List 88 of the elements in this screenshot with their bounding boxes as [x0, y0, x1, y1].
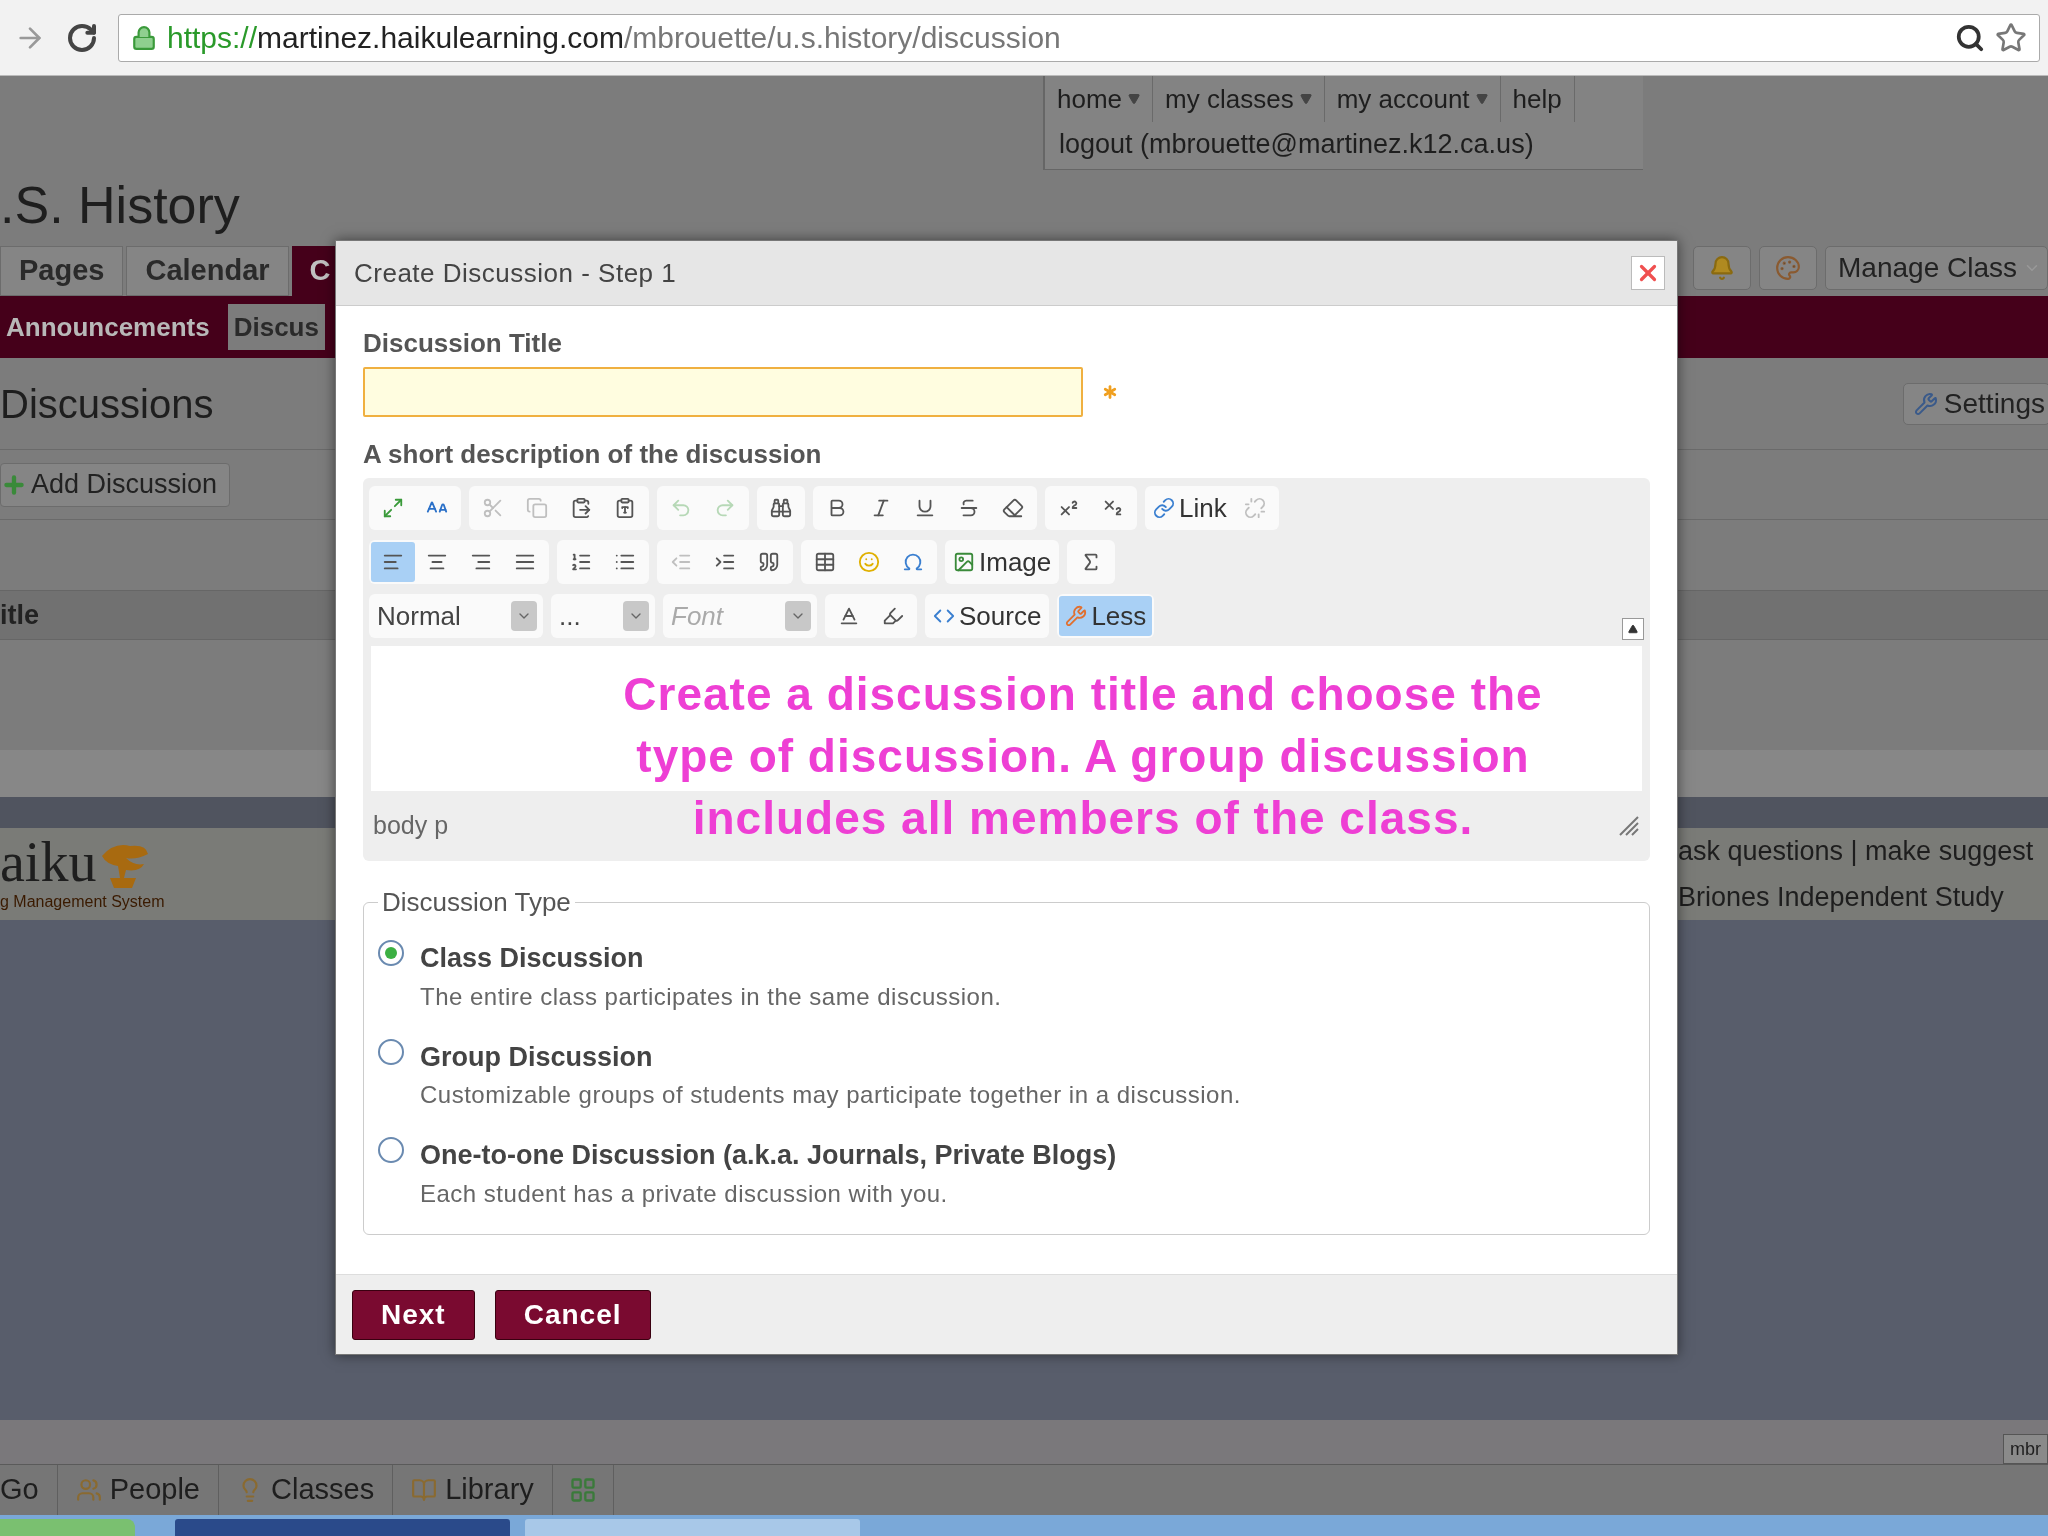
- image-button[interactable]: Image: [947, 542, 1058, 582]
- paste-icon: [570, 497, 592, 519]
- option-description: Each student has a private discussion with you.: [420, 1178, 949, 1209]
- underline-icon: [914, 497, 936, 519]
- resize-grip-icon: [1618, 815, 1640, 837]
- numbered-list-icon: [570, 551, 592, 573]
- wrench-button[interactable]: Less: [1059, 596, 1153, 636]
- element-path: body p: [373, 810, 449, 842]
- option-title: Group Discussion: [420, 1040, 654, 1074]
- annotation-text: Create a discussion title and choose the type of discussion. A group discussion includes all members of the class.: [622, 667, 1544, 846]
- nav-tab[interactable]: Pages: [0, 246, 124, 296]
- site-title: .S. History: [0, 175, 240, 236]
- collapse-toolbar-button[interactable]: [1622, 618, 1644, 640]
- section-tab[interactable]: Announcements: [0, 304, 216, 350]
- url-text: https://martinez.haikulearning.com/mbrouette/u.s.history/discussion: [167, 20, 1062, 56]
- bell-icon: [1709, 255, 1735, 281]
- group-legend: Discussion Type: [378, 883, 575, 922]
- star-icon[interactable]: [1995, 21, 2027, 54]
- nav-link[interactable]: help: [1500, 76, 1575, 122]
- link-button[interactable]: Link: [1147, 488, 1233, 528]
- dialog-title: Create Discussion - Step 1: [354, 256, 677, 290]
- size-dropdown[interactable]: ...: [553, 596, 653, 636]
- undo-icon: [670, 497, 692, 519]
- school-name: Briones Independent Study: [1678, 881, 2004, 914]
- maximize-icon: [382, 497, 404, 519]
- text-color-icon: [838, 605, 860, 627]
- logo-text: aiku: [0, 834, 97, 890]
- section-tab[interactable]: Discus: [227, 304, 325, 350]
- add-discussion-button[interactable]: Add Discussion: [0, 462, 231, 507]
- strikethrough-icon: [958, 497, 980, 519]
- nav-link[interactable]: home: [1045, 76, 1154, 122]
- field-label: A short description of the discussion: [363, 438, 823, 471]
- unlink-icon: [1243, 497, 1266, 519]
- align-left-button[interactable]: [371, 542, 415, 582]
- chat-tab[interactable]: mbr: [2003, 1434, 2048, 1464]
- logout-link[interactable]: logout (mbrouette@martinez.k12.ca.us): [1045, 124, 1643, 165]
- book-icon: [411, 1477, 438, 1503]
- link-icon: [1153, 497, 1175, 519]
- smiley-icon: [858, 551, 880, 573]
- menu-caret-icon: [1128, 93, 1141, 105]
- omega-icon: [902, 551, 924, 573]
- column-header: itle: [0, 598, 39, 632]
- scissors-icon: [482, 497, 504, 519]
- address-bar[interactable]: https://martinez.haikulearning.com/mbrouette/u.s.history/discussion: [118, 13, 2040, 62]
- manage-class-button[interactable]: Manage Class: [1825, 246, 2048, 290]
- option-title: One-to-one Discussion (a.k.a. Journals, Private Blogs): [420, 1139, 1117, 1172]
- radio-button[interactable]: [378, 1137, 404, 1163]
- settings-button[interactable]: Settings: [1902, 382, 2048, 425]
- next-button[interactable]: Next: [352, 1289, 475, 1340]
- format-dropdown[interactable]: Normal: [371, 596, 541, 636]
- copy-icon: [526, 497, 548, 519]
- logo-tagline: g Management System: [0, 892, 165, 912]
- table-icon: [814, 551, 836, 573]
- palette-icon: [1775, 255, 1801, 281]
- reload-icon[interactable]: [66, 21, 98, 54]
- radio-button[interactable]: [378, 1038, 404, 1065]
- title-input[interactable]: [363, 367, 1083, 417]
- option-description: The entire class participates in the same discussion.: [420, 981, 1002, 1012]
- quote-icon: [758, 551, 780, 573]
- radio-button[interactable]: [378, 940, 404, 966]
- highlight-icon: [882, 605, 904, 627]
- nav-link[interactable]: my classes: [1153, 76, 1325, 122]
- binoculars-icon: [770, 497, 792, 519]
- field-label: Discussion Title: [363, 327, 563, 360]
- nav-tab[interactable]: Calendar: [126, 246, 289, 296]
- nav-link[interactable]: my account: [1324, 76, 1501, 122]
- start-button[interactable]: [0, 1519, 135, 1536]
- lock-icon: [131, 24, 157, 51]
- paste-text-icon: [614, 497, 636, 519]
- wrench-icon: [1913, 391, 1938, 416]
- page-heading: Discussions: [0, 380, 214, 428]
- wrench-icon: [1065, 605, 1088, 627]
- triangle-up-icon: [1628, 624, 1638, 634]
- people-icon: [75, 1477, 102, 1503]
- redo-icon: [714, 497, 736, 519]
- option-title: Class Discussion: [420, 942, 645, 975]
- source-button[interactable]: Source: [927, 596, 1048, 636]
- image-icon: [953, 551, 975, 573]
- close-button[interactable]: [1631, 256, 1665, 290]
- eraser-icon: [1002, 497, 1024, 519]
- menu-caret-icon: [1475, 93, 1488, 105]
- menu-caret-icon: [1299, 93, 1312, 105]
- cancel-button[interactable]: Cancel: [494, 1289, 651, 1340]
- option-description: Customizable groups of students may participate together in a discussion.: [420, 1080, 1241, 1110]
- grid-icon: [568, 1476, 597, 1504]
- footer-links[interactable]: ask questions | make suggest: [1678, 830, 2034, 871]
- search-icon[interactable]: [1955, 22, 1985, 53]
- font-dropdown[interactable]: Font: [665, 596, 815, 636]
